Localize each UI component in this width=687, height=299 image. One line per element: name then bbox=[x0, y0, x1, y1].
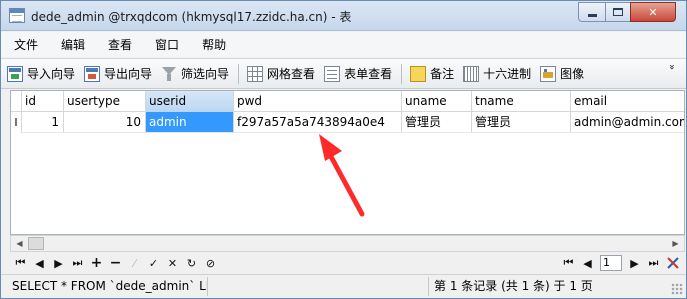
cell-tname[interactable]: 管理员 bbox=[472, 112, 571, 133]
status-sql-query: SELECT * FROM `dede_admin` LIM bbox=[4, 277, 208, 296]
import-icon bbox=[7, 65, 23, 82]
grid-icon bbox=[247, 65, 264, 82]
cell-userid[interactable]: admin bbox=[146, 112, 234, 133]
form-view-label: 表单查看 bbox=[344, 67, 393, 81]
column-header-email[interactable]: email bbox=[571, 91, 684, 112]
refresh-icon[interactable]: ↻ bbox=[182, 254, 201, 272]
filter-icon bbox=[161, 66, 177, 82]
row-cursor-marker: I bbox=[11, 112, 22, 133]
first-page-icon[interactable]: ⏮ bbox=[559, 254, 578, 272]
grid-view-button[interactable]: 网格查看 bbox=[247, 65, 315, 82]
scroll-left-arrow-icon[interactable]: ◀ bbox=[11, 236, 28, 251]
grid-header: id usertype userid pwd uname tname email bbox=[11, 91, 684, 112]
image-button[interactable]: 图像 bbox=[540, 65, 584, 82]
status-record-info: 第 1 条记录 (共 1 条) 于 1 页 bbox=[428, 277, 666, 296]
toolbar: 导入向导 导出向导 筛选向导 网格查看 表单查看 备注 十六进制 图像 » bbox=[1, 58, 686, 89]
data-grid[interactable]: id usertype userid pwd uname tname email… bbox=[10, 90, 685, 235]
add-record-icon[interactable]: + bbox=[87, 254, 106, 272]
column-header-usertype[interactable]: usertype bbox=[64, 91, 146, 112]
page-navigation: ⏮ ◀ 1 ▶ ⏭ bbox=[559, 252, 686, 274]
menu-view[interactable]: 查看 bbox=[98, 36, 142, 53]
image-label: 图像 bbox=[560, 67, 585, 81]
export-icon bbox=[84, 65, 101, 82]
wrench-icon bbox=[666, 257, 679, 269]
maximize-icon bbox=[613, 8, 623, 16]
overflow-label: » bbox=[665, 63, 677, 71]
hex-button[interactable]: 十六进制 bbox=[463, 65, 531, 82]
import-wizard-button[interactable]: 导入向导 bbox=[7, 65, 75, 82]
maximize-button[interactable] bbox=[605, 2, 631, 22]
next-record-icon[interactable]: ▶ bbox=[49, 254, 68, 272]
next-page-icon[interactable]: ▶ bbox=[625, 254, 644, 272]
image-icon bbox=[540, 65, 557, 82]
menu-edit[interactable]: 编辑 bbox=[51, 36, 95, 53]
minimize-button[interactable] bbox=[578, 2, 606, 22]
memo-button[interactable]: 备注 bbox=[410, 65, 454, 82]
export-wizard-label: 导出向导 bbox=[104, 67, 153, 81]
grid-corner bbox=[11, 91, 22, 112]
form-icon bbox=[324, 65, 341, 82]
cell-uname[interactable]: 管理员 bbox=[402, 112, 472, 133]
minimize-icon bbox=[587, 13, 597, 17]
close-icon: ✕ bbox=[648, 5, 658, 19]
cell-pwd[interactable]: f297a57a5a743894a0e4 bbox=[234, 112, 402, 133]
cell-id[interactable]: 1 bbox=[22, 112, 64, 133]
column-header-uname[interactable]: uname bbox=[402, 91, 472, 112]
menu-help[interactable]: 帮助 bbox=[192, 36, 236, 53]
column-header-userid[interactable]: userid bbox=[146, 91, 234, 112]
scroll-right-arrow-icon[interactable]: ▶ bbox=[667, 236, 684, 251]
stop-icon[interactable]: ⊘ bbox=[201, 254, 220, 272]
cell-email[interactable]: admin@admin.com bbox=[571, 112, 684, 133]
status-bar: SELECT * FROM `dede_admin` LIM 第 1 条记录 (… bbox=[1, 274, 686, 298]
import-wizard-label: 导入向导 bbox=[27, 67, 76, 81]
filter-wizard-button[interactable]: 筛选向导 bbox=[161, 65, 229, 82]
edit-record-icon[interactable]: ⁄ bbox=[125, 254, 144, 272]
export-wizard-button[interactable]: 导出向导 bbox=[84, 65, 152, 82]
close-button[interactable]: ✕ bbox=[630, 2, 676, 22]
first-record-icon[interactable]: ⏮ bbox=[11, 254, 30, 272]
memo-label: 备注 bbox=[430, 67, 455, 81]
last-record-icon[interactable]: ⏭ bbox=[68, 254, 87, 272]
toolbar-separator bbox=[238, 63, 240, 84]
hex-icon bbox=[463, 65, 480, 82]
title-bar[interactable]: dede_admin @trxqdcom (hkmysql17.zzidc.ha… bbox=[1, 1, 686, 31]
column-header-tname[interactable]: tname bbox=[472, 91, 571, 112]
apply-changes-icon[interactable]: ✓ bbox=[144, 254, 163, 272]
toolbar-overflow-chevron-icon[interactable]: » bbox=[665, 62, 677, 72]
record-navigation-bar: ⏮ ◀ ▶ ⏭ + − ⁄ ✓ ✕ ↻ ⊘ ⏮ ◀ 1 ▶ ⏭ bbox=[1, 252, 686, 274]
table-icon bbox=[9, 8, 25, 23]
scrollbar-thumb[interactable] bbox=[28, 237, 44, 250]
menu-file[interactable]: 文件 bbox=[4, 36, 48, 53]
filter-wizard-label: 筛选向导 bbox=[181, 67, 230, 81]
column-header-pwd[interactable]: pwd bbox=[234, 91, 402, 112]
prev-page-icon[interactable]: ◀ bbox=[578, 254, 597, 272]
tools-icon[interactable] bbox=[663, 254, 682, 272]
form-view-button[interactable]: 表单查看 bbox=[324, 65, 392, 82]
toolbar-separator bbox=[401, 63, 403, 84]
hex-label: 十六进制 bbox=[483, 67, 532, 81]
cancel-changes-icon[interactable]: ✕ bbox=[163, 254, 182, 272]
horizontal-scrollbar[interactable]: ◀ ▶ bbox=[10, 235, 685, 252]
last-page-icon[interactable]: ⏭ bbox=[644, 254, 663, 272]
menu-bar: 文件 编辑 查看 窗口 帮助 bbox=[1, 32, 686, 57]
grid-view-label: 网格查看 bbox=[267, 67, 316, 81]
page-number-input[interactable]: 1 bbox=[600, 255, 622, 271]
memo-icon bbox=[410, 65, 427, 82]
menu-window[interactable]: 窗口 bbox=[145, 36, 189, 53]
resize-grip-icon[interactable] bbox=[671, 283, 683, 295]
cell-usertype[interactable]: 10 bbox=[64, 112, 146, 133]
column-header-id[interactable]: id bbox=[22, 91, 64, 112]
window-title: dede_admin @trxqdcom (hkmysql17.zzidc.ha… bbox=[31, 10, 352, 24]
delete-record-icon[interactable]: − bbox=[106, 254, 125, 272]
table-window: dede_admin @trxqdcom (hkmysql17.zzidc.ha… bbox=[0, 0, 687, 299]
prev-record-icon[interactable]: ◀ bbox=[30, 254, 49, 272]
